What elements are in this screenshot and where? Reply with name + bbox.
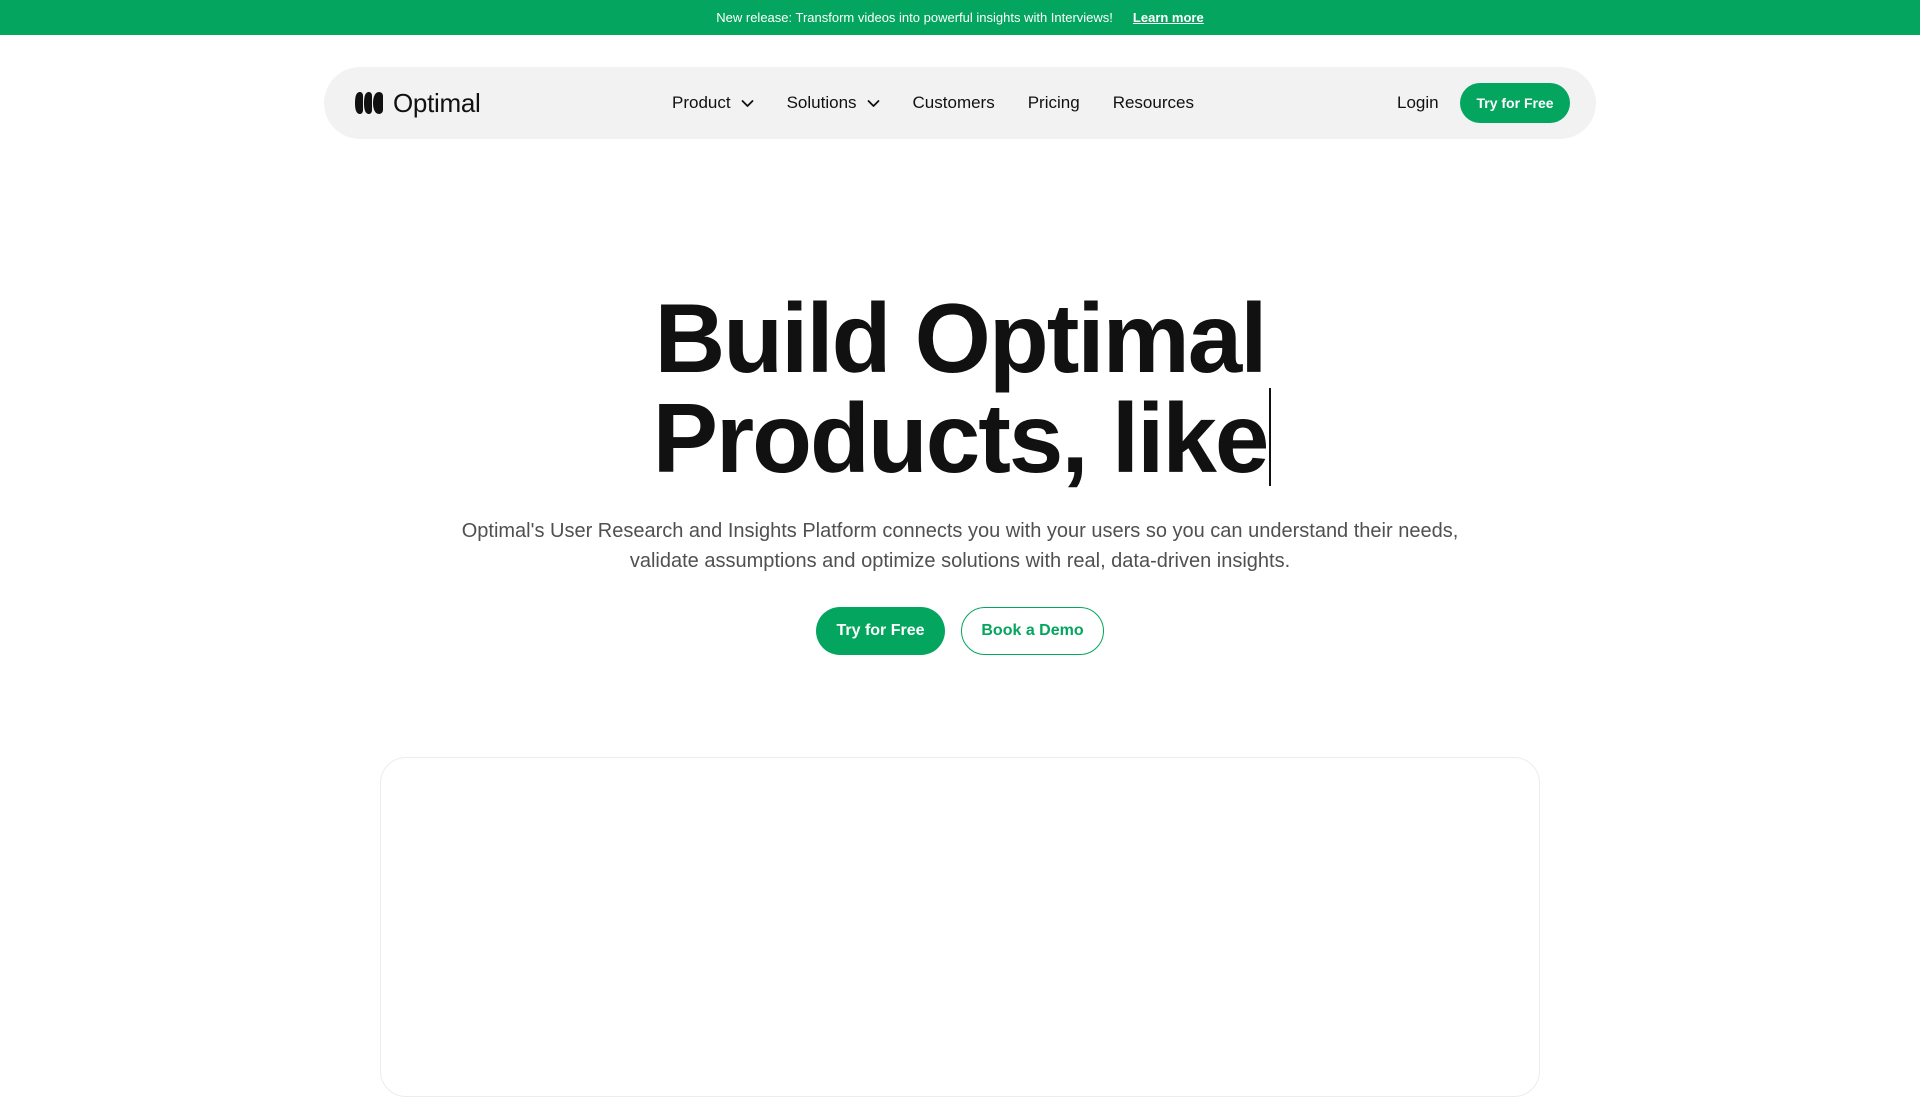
nav-item-customers[interactable]: Customers — [913, 93, 995, 113]
nav-item-product[interactable]: Product — [672, 93, 754, 113]
logo-wordmark: Optimal — [393, 87, 481, 118]
nav-item-resources[interactable]: Resources — [1113, 93, 1194, 113]
nav-item-label: Product — [672, 93, 731, 112]
product-preview-frame — [380, 757, 1540, 1097]
hero-subtitle-line-1: Optimal's User Research and Insights Pla… — [461, 520, 1459, 542]
nav-item-pricing[interactable]: Pricing — [1028, 93, 1080, 113]
optimal-logo-icon — [355, 92, 383, 114]
nav-menu: Product Solutions Customers Pricing Reso… — [672, 67, 1194, 139]
hero-title: Build Optimal Products, like — [0, 288, 1920, 488]
logo[interactable]: Optimal — [355, 85, 481, 121]
nav-item-label: Resources — [1112, 93, 1194, 112]
nav-item-label: Solutions — [786, 93, 857, 112]
nav-item-label: Pricing — [1027, 93, 1080, 112]
announcement-bar: New release: Transform videos into power… — [0, 0, 1920, 35]
hero-subtitle-line-2: validate assumptions and optimize soluti… — [629, 550, 1291, 572]
learn-more-link[interactable]: Learn more — [1133, 10, 1204, 25]
nav-item-label: Customers — [912, 93, 995, 112]
login-link[interactable]: Login — [1397, 67, 1439, 139]
chevron-down-icon — [741, 99, 753, 107]
try-for-free-button[interactable]: Try for Free — [816, 607, 945, 655]
announcement-text: New release: Transform videos into power… — [716, 10, 1113, 25]
main-navigation: Optimal Product Solutions Customers Pric… — [324, 67, 1596, 139]
nav-item-solutions[interactable]: Solutions — [787, 93, 880, 113]
hero-title-line-2: Products, like — [652, 383, 1270, 493]
hero-subtitle: Optimal's User Research and Insights Pla… — [360, 516, 1560, 576]
chevron-down-icon — [867, 99, 879, 107]
book-a-demo-button[interactable]: Book a Demo — [961, 607, 1104, 655]
typing-caret — [1269, 388, 1271, 486]
try-for-free-nav-button[interactable]: Try for Free — [1460, 83, 1570, 123]
hero-title-line-1: Build Optimal — [654, 283, 1268, 393]
